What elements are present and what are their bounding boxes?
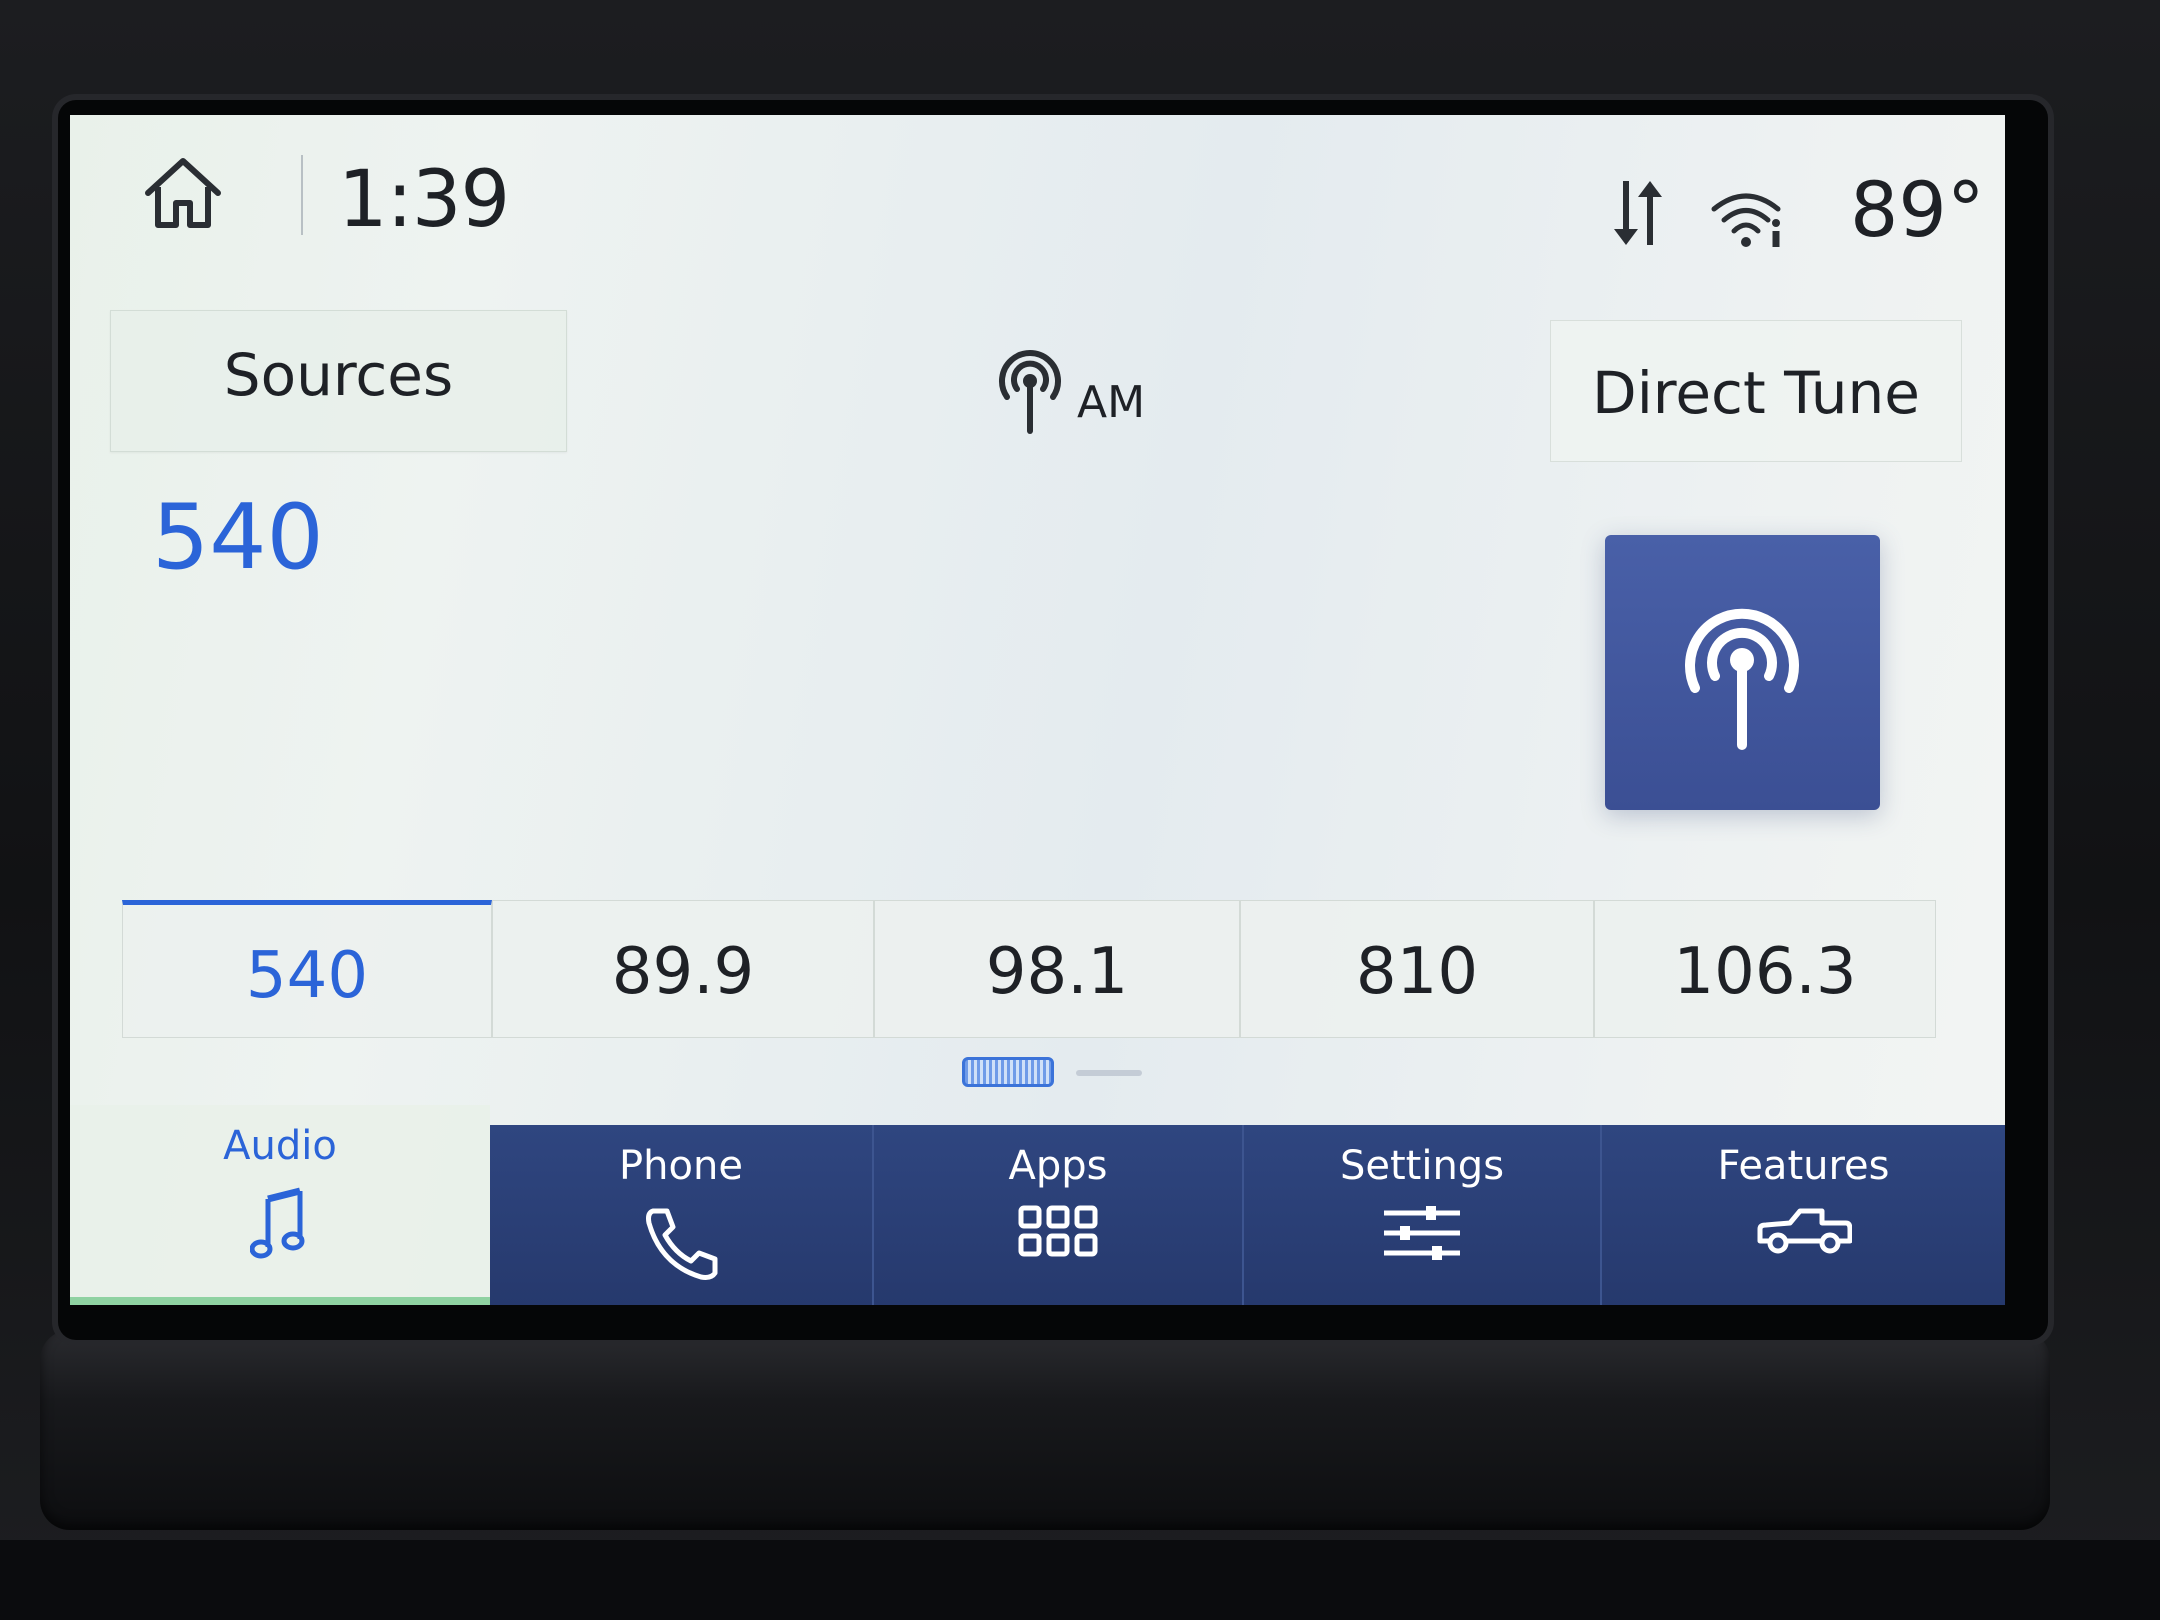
nav-phone[interactable]: Phone [490, 1125, 872, 1305]
home-icon[interactable] [142, 153, 224, 233]
preset-label: 98.1 [985, 935, 1129, 1009]
nav-phone-label: Phone [619, 1143, 743, 1189]
preset-label: 89.9 [611, 935, 755, 1009]
dashboard-lower [0, 1540, 2160, 1620]
preset-5[interactable]: 106.3 [1594, 900, 1936, 1038]
nav-settings-label: Settings [1339, 1143, 1505, 1189]
preset-1[interactable]: 540 [122, 900, 492, 1038]
nav-audio-underline [70, 1297, 490, 1305]
preset-3[interactable]: 98.1 [874, 900, 1240, 1038]
preset-2[interactable]: 89.9 [492, 900, 874, 1038]
preset-4[interactable]: 810 [1240, 900, 1594, 1038]
clock: 1:39 [338, 155, 510, 245]
current-frequency: 540 [152, 485, 324, 590]
nav-audio-label: Audio [223, 1123, 337, 1169]
dashboard-trim [40, 1330, 2050, 1530]
sources-button[interactable]: Sources [110, 310, 567, 452]
preset-label: 540 [245, 939, 369, 1013]
bottom-navigation: Audio Phone Apps Settings Features [70, 1105, 2005, 1305]
nav-settings[interactable]: Settings [1242, 1125, 1600, 1305]
sources-label: Sources [223, 341, 454, 409]
nav-apps[interactable]: Apps [872, 1125, 1242, 1305]
data-transfer-icon [1614, 181, 1662, 245]
preset-bar: 540 89.9 98.1 810 106.3 [122, 900, 1957, 1048]
direct-tune-label: Direct Tune [1592, 359, 1920, 427]
sliders-icon [1384, 1206, 1460, 1260]
nav-apps-label: Apps [1008, 1143, 1108, 1189]
phone-icon [646, 1208, 718, 1280]
pickup-truck-icon [1757, 1208, 1852, 1254]
apps-grid-icon [1018, 1205, 1098, 1257]
wifi-info-icon [1711, 193, 1781, 247]
antenna-icon [1685, 608, 1799, 750]
status-divider [301, 155, 303, 235]
outside-temperature: 89° [1850, 165, 1985, 254]
nav-audio[interactable]: Audio [70, 1105, 490, 1305]
nav-features-label: Features [1717, 1143, 1890, 1189]
nav-features[interactable]: Features [1600, 1125, 2005, 1305]
music-note-icon [250, 1187, 305, 1259]
preset-label: 106.3 [1673, 935, 1857, 1009]
antenna-icon [999, 350, 1061, 434]
direct-tune-button[interactable]: Direct Tune [1550, 320, 1962, 462]
station-artwork [1605, 535, 1880, 810]
band-label: AM [1077, 377, 1146, 428]
preset-label: 810 [1355, 935, 1479, 1009]
nav-dark-panel: Phone Apps Settings Features [490, 1125, 2005, 1305]
page-indicator[interactable] [1076, 1070, 1142, 1076]
page-indicator-active[interactable] [962, 1057, 1054, 1087]
infotainment-screen: 1:39 89° Sources AM Direct Tune 540 540 … [70, 115, 2005, 1305]
